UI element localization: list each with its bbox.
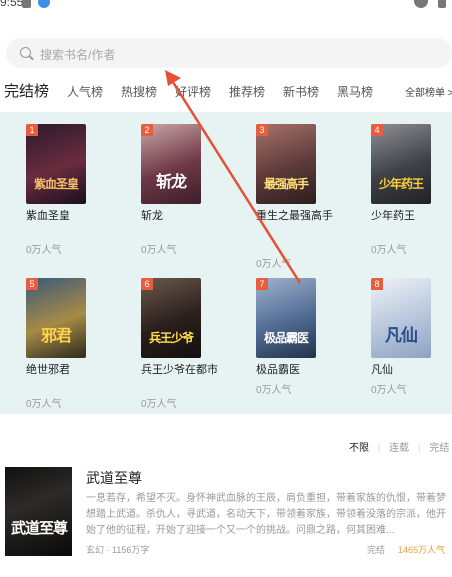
cover-title: 凡仙 [385, 326, 418, 345]
rank-badge: 5 [26, 278, 38, 290]
download-icon [38, 0, 50, 8]
rank-badge: 8 [371, 278, 383, 290]
book-cover[interactable]: 凡仙 8 [371, 278, 431, 358]
rank-book-grid: 紫血圣皇 1 紫血圣皇 0万人气 斩龙 2 斩龙 0万人气 最强高手 3 重生之… [0, 112, 452, 414]
search-icon [20, 47, 31, 58]
rank-badge: 2 [141, 124, 153, 136]
featured-book-status: 完结 [367, 545, 386, 555]
search-placeholder: 搜索书名/作者 [40, 48, 116, 62]
cover-title: 最强高手 [263, 177, 309, 191]
book-title[interactable]: 重生之最强高手 [256, 209, 342, 224]
featured-book-item[interactable]: 武道至尊 武道至尊 一息若存，希望不灭。身怀神武血脉的王辰，肩负重担，带着家族的… [5, 467, 452, 559]
cover-title: 极品霸医 [263, 331, 309, 345]
featured-book-description: 一息若存，希望不灭。身怀神武血脉的王辰，肩负重担，带着家族的仇恨，带着梦想踏上武… [86, 493, 446, 536]
status-filter: 不限 | 连载 | 完结 [349, 439, 452, 454]
cover-title: 斩龙 [155, 174, 187, 191]
rank-badge: 3 [256, 124, 268, 136]
book-title[interactable]: 凡仙 [371, 363, 452, 378]
book-title[interactable]: 极品霸医 [256, 363, 342, 378]
rank-tabs: 完结榜 人气榜 热搜榜 好评榜 推荐榜 新书榜 黑马榜 全部榜单 > [0, 80, 452, 100]
book-cover[interactable]: 兵王少爷 6 [141, 278, 201, 358]
tab-popular-rank[interactable]: 人气榜 [67, 83, 103, 100]
book-popularity: 0万人气 [371, 385, 407, 396]
featured-book-cover[interactable]: 武道至尊 [5, 467, 72, 556]
book-popularity: 0万人气 [371, 245, 407, 256]
featured-book-meta: 玄幻 · 1156万字 [86, 545, 150, 555]
book-popularity: 0万人气 [26, 399, 62, 410]
book-title[interactable]: 兵王少爷在都市 [141, 363, 227, 378]
rank-badge: 1 [26, 124, 38, 136]
featured-book-title[interactable]: 武道至尊 [86, 468, 142, 488]
tab-new-book-rank[interactable]: 新书榜 [283, 83, 319, 100]
book-popularity: 0万人气 [26, 245, 62, 256]
cover-title: 紫血圣皇 [33, 177, 79, 191]
book-cover[interactable]: 邪君 5 [26, 278, 86, 358]
status-time: 9:55 [0, 0, 24, 9]
tab-recommend-rank[interactable]: 推荐榜 [229, 83, 265, 100]
cover-title: 少年药王 [378, 177, 424, 191]
search-input[interactable]: 搜索书名/作者 [6, 38, 452, 68]
rank-badge: 4 [371, 124, 383, 136]
filter-divider: | [417, 443, 421, 454]
battery-icon [438, 0, 446, 8]
book-title[interactable]: 少年药王 [371, 209, 452, 224]
filter-finished[interactable]: 完结 [429, 443, 449, 454]
book-title[interactable]: 紫血圣皇 [26, 209, 112, 224]
wifi-icon [414, 0, 428, 8]
book-popularity: 0万人气 [256, 385, 292, 396]
book-title[interactable]: 斩龙 [141, 209, 227, 224]
tab-dark-horse-rank[interactable]: 黑马榜 [337, 83, 373, 100]
book-cover[interactable]: 极品霸医 7 [256, 278, 316, 358]
filter-divider: | [377, 443, 381, 454]
featured-book-popularity: 1465万人气 [398, 545, 446, 555]
tab-good-review-rank[interactable]: 好评榜 [175, 83, 211, 100]
book-title[interactable]: 绝世邪君 [26, 363, 112, 378]
tab-finished-rank[interactable]: 完结榜 [4, 80, 49, 101]
all-rank-link[interactable]: 全部榜单 > [405, 84, 452, 99]
cover-title: 兵王少爷 [148, 331, 194, 345]
cover-title: 邪君 [40, 328, 72, 345]
filter-all[interactable]: 不限 [349, 443, 369, 454]
book-popularity: 0万人气 [141, 245, 177, 256]
book-popularity: 0万人气 [141, 399, 177, 410]
rank-badge: 7 [256, 278, 268, 290]
tab-hot-search-rank[interactable]: 热搜榜 [121, 83, 157, 100]
filter-ongoing[interactable]: 连载 [389, 443, 409, 454]
status-bar: 9:55 [0, 0, 452, 12]
book-cover[interactable]: 紫血圣皇 1 [26, 124, 86, 204]
book-cover[interactable]: 斩龙 2 [141, 124, 201, 204]
rank-badge: 6 [141, 278, 153, 290]
book-popularity: 0万人气 [256, 259, 292, 270]
book-cover[interactable]: 少年药王 4 [371, 124, 431, 204]
cover-title: 武道至尊 [10, 520, 68, 537]
notification-icon [22, 0, 31, 8]
book-cover[interactable]: 最强高手 3 [256, 124, 316, 204]
